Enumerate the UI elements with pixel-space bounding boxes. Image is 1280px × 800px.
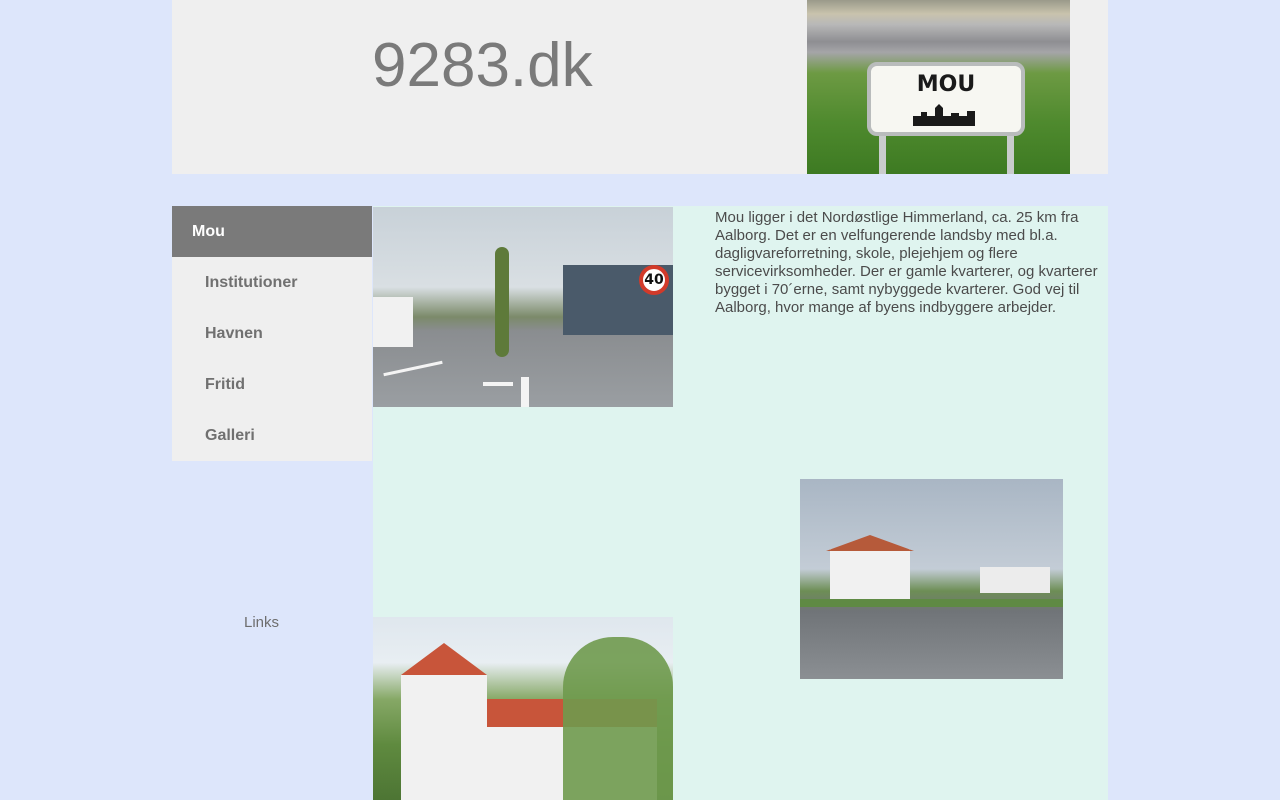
intro-text: Mou ligger i det Nordøstlige Himmerland,… [715, 209, 1098, 316]
town-sign-text: MOU [916, 72, 976, 97]
villa-roof [826, 535, 914, 551]
town-sign: MOU [867, 62, 1025, 136]
church-tower-roof [401, 643, 487, 675]
photo-street-villa [800, 479, 1063, 679]
nav-item-fritid[interactable]: Fritid [172, 359, 372, 410]
photo-street-speed-sign: 40 [373, 207, 673, 407]
nav-item-mou[interactable]: Mou [172, 206, 372, 257]
road-marking [521, 377, 529, 407]
nav-item-havnen[interactable]: Havnen [172, 308, 372, 359]
sidebar-nav: Mou Institutioner Havnen Fritid Galleri [172, 206, 372, 461]
house-white [373, 297, 413, 347]
tree [563, 637, 673, 800]
church-tower [401, 675, 487, 800]
photo-church [373, 617, 673, 800]
villa [830, 549, 910, 599]
tree [495, 247, 509, 357]
links-link[interactable]: Links [244, 614, 279, 631]
nav-item-institutioner[interactable]: Institutioner [172, 257, 372, 308]
road-marking [383, 360, 443, 377]
row-houses [980, 567, 1050, 593]
page-header: 9283.dk MOU [172, 0, 1108, 174]
town-skyline-icon [913, 104, 975, 126]
nav-item-galleri[interactable]: Galleri [172, 410, 372, 461]
speed-limit-sign: 40 [639, 265, 669, 295]
header-photo-mou-sign: MOU [807, 0, 1070, 174]
road-marking [483, 382, 513, 386]
hedge [800, 599, 1063, 607]
site-title: 9283.dk [372, 31, 593, 100]
